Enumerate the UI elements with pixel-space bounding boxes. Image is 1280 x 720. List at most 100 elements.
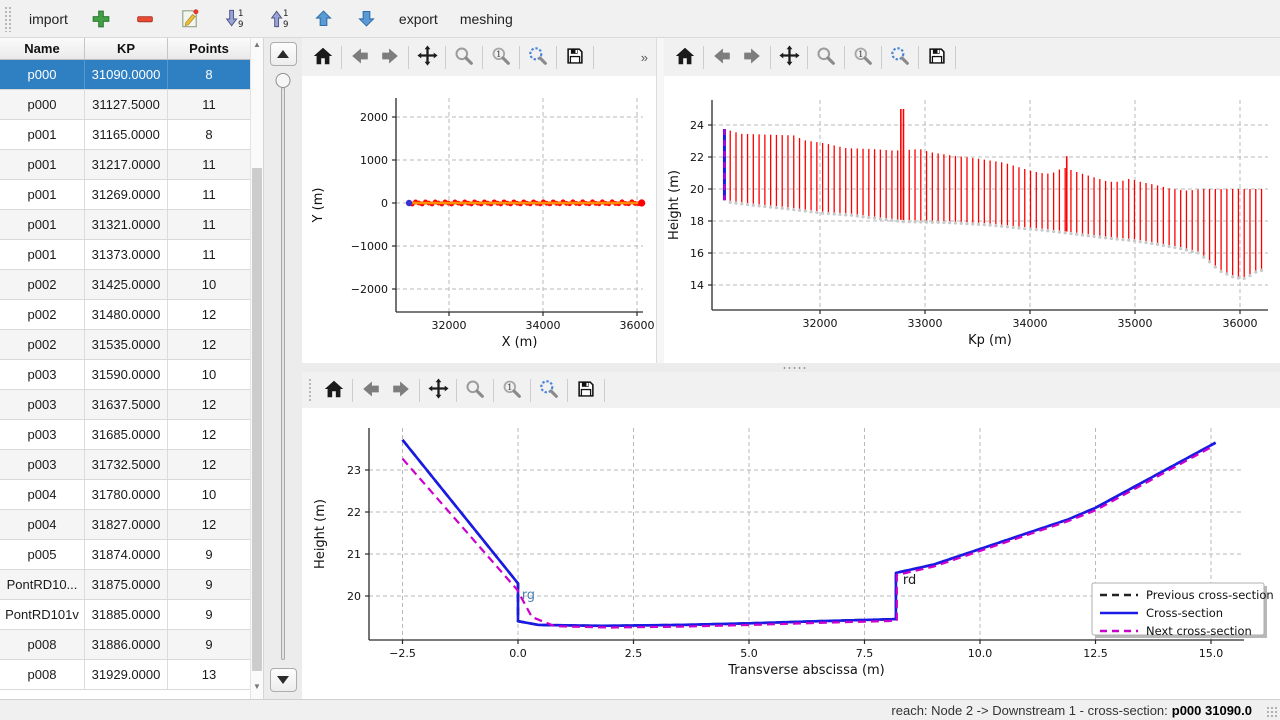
table-row[interactable]: p00231425.000010 — [0, 270, 251, 300]
table-cell[interactable]: p003 — [0, 450, 85, 479]
meshing-button[interactable]: meshing — [450, 7, 523, 31]
zoom-button[interactable] — [811, 42, 841, 72]
table-cell[interactable]: 9 — [168, 630, 251, 659]
table-cell[interactable]: p003 — [0, 390, 85, 419]
table-row[interactable]: p00331590.000010 — [0, 360, 251, 390]
table-cell[interactable]: 31875.0000 — [85, 570, 168, 599]
table-row[interactable]: PontRD10...31875.00009 — [0, 570, 251, 600]
table-cell[interactable]: p005 — [0, 540, 85, 569]
window-resize-grip[interactable] — [1266, 706, 1277, 717]
table-cell[interactable]: p000 — [0, 90, 85, 119]
table-cell[interactable]: 31874.0000 — [85, 540, 168, 569]
table-cell[interactable]: p001 — [0, 150, 85, 179]
table-cell[interactable]: p003 — [0, 420, 85, 449]
edit-cross-section-button[interactable] — [168, 3, 211, 34]
zoom-one-button[interactable]: 1 — [497, 375, 527, 405]
table-cell[interactable]: p001 — [0, 240, 85, 269]
table-cell[interactable]: 10 — [168, 480, 251, 509]
table-cell[interactable]: p000 — [0, 60, 85, 89]
move-down-button[interactable] — [346, 4, 387, 33]
forward-button[interactable] — [737, 42, 767, 72]
table-cell[interactable]: 11 — [168, 210, 251, 239]
table-cell[interactable]: 31732.5000 — [85, 450, 168, 479]
table-cell[interactable]: 12 — [168, 450, 251, 479]
table-cell[interactable]: 9 — [168, 600, 251, 629]
pan-button[interactable] — [412, 42, 442, 72]
table-cell[interactable]: 31269.0000 — [85, 180, 168, 209]
table-row[interactable]: p00531874.00009 — [0, 540, 251, 570]
home-button[interactable] — [319, 375, 349, 405]
table-cell[interactable]: 31425.0000 — [85, 270, 168, 299]
table-cell[interactable]: p004 — [0, 480, 85, 509]
add-cross-section-button[interactable] — [80, 4, 122, 34]
table-cell[interactable]: 12 — [168, 390, 251, 419]
zoom-one-button[interactable]: 1 — [848, 42, 878, 72]
table-row[interactable]: p00231480.000012 — [0, 300, 251, 330]
save-button[interactable] — [571, 375, 601, 405]
profile-view-canvas[interactable]: 3200033000340003500036000141618202224Kp … — [664, 76, 1280, 363]
forward-button[interactable] — [375, 42, 405, 72]
table-row[interactable]: p00431780.000010 — [0, 480, 251, 510]
table-row[interactable]: p00831886.00009 — [0, 630, 251, 660]
table-cell[interactable]: 11 — [168, 150, 251, 179]
table-cell[interactable]: 8 — [168, 120, 251, 149]
table-row[interactable]: p00831929.000013 — [0, 660, 251, 690]
table-row[interactable]: p00131165.00008 — [0, 120, 251, 150]
table-cell[interactable]: 13 — [168, 660, 251, 689]
home-button[interactable] — [670, 42, 700, 72]
table-cell[interactable]: 31590.0000 — [85, 360, 168, 389]
toolbar-drag-handle[interactable] — [308, 378, 313, 402]
column-header-name[interactable]: Name — [0, 38, 85, 59]
pan-button[interactable] — [774, 42, 804, 72]
table-cell[interactable]: 10 — [168, 360, 251, 389]
table-cell[interactable]: 31827.0000 — [85, 510, 168, 539]
toolbar-overflow-button[interactable]: » — [635, 48, 654, 67]
table-cell[interactable]: p002 — [0, 330, 85, 359]
table-cell[interactable]: 31780.0000 — [85, 480, 168, 509]
table-cell[interactable]: p003 — [0, 360, 85, 389]
table-cell[interactable]: p001 — [0, 180, 85, 209]
table-row[interactable]: p00131321.000011 — [0, 210, 251, 240]
zoom-fit-button[interactable] — [523, 42, 553, 72]
table-cell[interactable]: 12 — [168, 420, 251, 449]
table-cell[interactable]: 31127.5000 — [85, 90, 168, 119]
table-row[interactable]: p00031090.00008 — [0, 60, 251, 90]
table-row[interactable]: p00331685.000012 — [0, 420, 251, 450]
table-cell[interactable]: 8 — [168, 60, 251, 89]
table-scrollbar[interactable]: ▲ ▼ — [250, 38, 263, 699]
table-cell[interactable]: p008 — [0, 630, 85, 659]
column-header-kp[interactable]: KP — [85, 38, 168, 59]
table-cell[interactable]: 31929.0000 — [85, 660, 168, 689]
save-button[interactable] — [922, 42, 952, 72]
table-cell[interactable]: 31165.0000 — [85, 120, 168, 149]
table-cell[interactable]: p004 — [0, 510, 85, 539]
table-cell[interactable]: PontRD101v — [0, 600, 85, 629]
table-header[interactable]: NameKPPoints — [0, 38, 251, 60]
zoom-fit-button[interactable] — [885, 42, 915, 72]
table-cell[interactable]: p002 — [0, 270, 85, 299]
plan-view-canvas[interactable]: 320003400036000200010000−1000−2000X (m)Y… — [302, 76, 656, 363]
table-cell[interactable]: 12 — [168, 510, 251, 539]
zoom-one-button[interactable]: 1 — [486, 42, 516, 72]
remove-cross-section-button[interactable] — [124, 4, 166, 34]
zoom-button[interactable] — [449, 42, 479, 72]
slider-track[interactable] — [281, 87, 285, 660]
vertical-splitter[interactable] — [656, 38, 664, 363]
table-row[interactable]: p00231535.000012 — [0, 330, 251, 360]
table-cell[interactable]: 31090.0000 — [85, 60, 168, 89]
section-slider[interactable] — [264, 73, 302, 662]
slider-handle[interactable] — [276, 73, 291, 88]
save-button[interactable] — [560, 42, 590, 72]
scroll-up-icon[interactable]: ▲ — [251, 39, 263, 51]
export-button[interactable]: export — [389, 7, 448, 31]
back-button[interactable] — [345, 42, 375, 72]
table-cell[interactable]: 31886.0000 — [85, 630, 168, 659]
table-row[interactable]: p00331637.500012 — [0, 390, 251, 420]
table-cell[interactable]: 31480.0000 — [85, 300, 168, 329]
table-cell[interactable]: PontRD10... — [0, 570, 85, 599]
table-cell[interactable]: p002 — [0, 300, 85, 329]
table-cell[interactable]: 11 — [168, 180, 251, 209]
table-cell[interactable]: 31321.0000 — [85, 210, 168, 239]
horizontal-splitter[interactable] — [302, 363, 1280, 372]
table-cell[interactable]: 9 — [168, 570, 251, 599]
